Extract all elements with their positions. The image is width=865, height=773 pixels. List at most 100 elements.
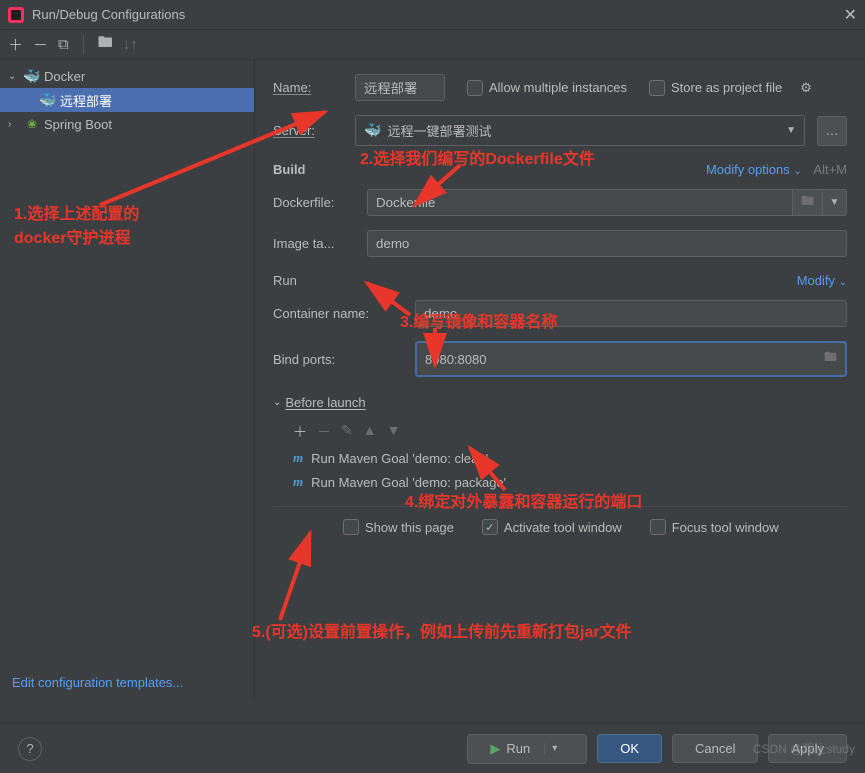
sort-icon[interactable]: ↓↑ <box>123 36 138 53</box>
up-icon[interactable]: ▲ <box>363 422 377 442</box>
folder-icon[interactable]: 🖿 <box>793 189 823 216</box>
play-icon: ▶ <box>490 741 500 757</box>
name-input[interactable] <box>355 74 445 101</box>
window-title: Run/Debug Configurations <box>32 7 844 22</box>
run-title: Run <box>273 273 297 288</box>
folder-icon[interactable]: 🖿 <box>824 348 837 370</box>
docker-icon: 🐳 <box>24 68 40 84</box>
before-launch-header[interactable]: ⌄ Before launch <box>273 395 847 410</box>
chevron-down-icon: ⌄ <box>8 71 20 82</box>
help-button[interactable]: ? <box>18 737 42 761</box>
gear-icon[interactable]: ⚙ <box>800 80 812 96</box>
bind-ports-row: Bind ports: 8080:8080 🖿 <box>273 341 847 377</box>
maven-icon: m <box>293 450 303 466</box>
tree-label: Docker <box>44 69 85 84</box>
focus-tool-check[interactable]: Focus tool window <box>650 519 779 535</box>
dockerfile-input[interactable] <box>367 189 793 216</box>
config-tree: ⌄ 🐳 Docker 🐳 远程部署 › ❀ Spring Boot <box>0 64 254 665</box>
bind-ports-label: Bind ports: <box>273 352 403 367</box>
before-launch-section: ⌄ Before launch ＋ － ✎ ▲ ▼ m Run Maven Go… <box>273 395 847 494</box>
build-section-header: Build Modify options ⌄ Alt+M <box>273 162 847 177</box>
separator <box>83 35 84 55</box>
cancel-button[interactable]: Cancel <box>672 734 758 763</box>
show-page-check[interactable]: Show this page <box>343 519 454 535</box>
bottom-bar: ? ▶ Run ▾ OK Cancel Apply <box>0 723 865 773</box>
titlebar: Run/Debug Configurations ✕ <box>0 0 865 30</box>
checkbox-icon[interactable] <box>650 519 666 535</box>
bl-item-label: Run Maven Goal 'demo: package' <box>311 475 506 490</box>
edit-templates-link[interactable]: Edit configuration templates... <box>0 665 254 700</box>
before-launch-label: Before launch <box>285 395 365 410</box>
container-input[interactable] <box>415 300 847 327</box>
checkbox-icon[interactable]: ✓ <box>482 519 498 535</box>
docker-icon: 🐳 <box>40 92 56 108</box>
folder-icon[interactable]: 🖿 <box>98 32 113 57</box>
checkbox-label: Store as project file <box>671 80 782 95</box>
checkbox-label: Show this page <box>365 520 454 535</box>
tree-label: Spring Boot <box>44 117 112 132</box>
app-icon <box>8 7 24 23</box>
down-icon[interactable]: ▼ <box>387 422 401 442</box>
tree-spring[interactable]: › ❀ Spring Boot <box>0 112 254 136</box>
store-project-check[interactable]: Store as project file <box>649 80 782 96</box>
chevron-down-icon: ▼ <box>786 125 796 136</box>
name-row: Name: Allow multiple instances Store as … <box>273 74 847 101</box>
server-value: 远程一键部署测试 <box>387 121 491 140</box>
checkbox-icon[interactable] <box>649 80 665 96</box>
name-label: Name: <box>273 80 343 95</box>
footer-checks: Show this page ✓ Activate tool window Fo… <box>273 506 847 535</box>
add-icon[interactable]: ＋ <box>8 34 23 55</box>
before-launch-toolbar: ＋ － ✎ ▲ ▼ <box>273 418 847 446</box>
copy-icon[interactable]: ⧉ <box>58 36 69 53</box>
allow-multiple-check[interactable]: Allow multiple instances <box>467 80 627 96</box>
tree-docker[interactable]: ⌄ 🐳 Docker <box>0 64 254 88</box>
server-dropdown[interactable]: 🐳 远程一键部署测试 ▼ <box>355 115 805 146</box>
remove-icon[interactable]: － <box>317 422 331 442</box>
checkbox-icon[interactable] <box>467 80 483 96</box>
checkbox-label: Allow multiple instances <box>489 80 627 95</box>
chevron-down-icon[interactable]: ▾ <box>544 743 564 754</box>
sidebar: ⌄ 🐳 Docker 🐳 远程部署 › ❀ Spring Boot Edit c… <box>0 60 255 700</box>
chevron-down-icon: ⌄ <box>273 397 281 408</box>
chevron-right-icon: › <box>8 119 20 130</box>
bind-ports-value: 8080:8080 <box>425 352 486 367</box>
build-title: Build <box>273 162 306 177</box>
modify-link[interactable]: Modify ⌄ <box>797 273 847 288</box>
ok-button[interactable]: OK <box>597 734 662 763</box>
before-launch-item[interactable]: m Run Maven Goal 'demo: clean' <box>273 446 847 470</box>
remove-icon[interactable]: － <box>33 34 48 55</box>
container-label: Container name: <box>273 306 403 321</box>
run-label: Run <box>506 741 530 756</box>
content-panel: Name: Allow multiple instances Store as … <box>255 60 865 700</box>
close-icon[interactable]: ✕ <box>844 5 857 25</box>
checkbox-icon[interactable] <box>343 519 359 535</box>
watermark: CSDN @观止study <box>753 740 855 757</box>
dockerfile-row: Dockerfile: 🖿 ▼ <box>273 189 847 216</box>
activate-tool-check[interactable]: ✓ Activate tool window <box>482 519 622 535</box>
server-row: Server: 🐳 远程一键部署测试 ▼ … <box>273 115 847 146</box>
modify-options-link[interactable]: Modify options ⌄ <box>706 162 802 177</box>
server-browse-button[interactable]: … <box>817 116 847 146</box>
hint-shortcut: Alt+M <box>813 162 847 177</box>
bl-item-label: Run Maven Goal 'demo: clean' <box>311 451 488 466</box>
image-tag-row: Image ta... <box>273 230 847 257</box>
chevron-down-icon[interactable]: ▼ <box>823 189 847 216</box>
edit-icon[interactable]: ✎ <box>341 422 353 442</box>
dockerfile-label: Dockerfile: <box>273 195 355 210</box>
image-tag-label: Image ta... <box>273 236 355 251</box>
tree-docker-child[interactable]: 🐳 远程部署 <box>0 88 254 112</box>
docker-icon: 🐳 <box>364 122 381 139</box>
bind-ports-input[interactable]: 8080:8080 🖿 <box>415 341 847 377</box>
main-area: ⌄ 🐳 Docker 🐳 远程部署 › ❀ Spring Boot Edit c… <box>0 60 865 700</box>
tree-label: 远程部署 <box>60 91 112 110</box>
checkbox-label: Focus tool window <box>672 520 779 535</box>
add-icon[interactable]: ＋ <box>293 422 307 442</box>
run-button[interactable]: ▶ Run ▾ <box>467 734 587 764</box>
before-launch-item[interactable]: m Run Maven Goal 'demo: package' <box>273 470 847 494</box>
checkbox-label: Activate tool window <box>504 520 622 535</box>
spring-icon: ❀ <box>24 116 40 132</box>
image-tag-input[interactable] <box>367 230 847 257</box>
toolbar: ＋ － ⧉ 🖿 ↓↑ <box>0 30 865 60</box>
run-section-header: Run Modify ⌄ <box>273 273 847 288</box>
server-label: Server: <box>273 123 343 138</box>
